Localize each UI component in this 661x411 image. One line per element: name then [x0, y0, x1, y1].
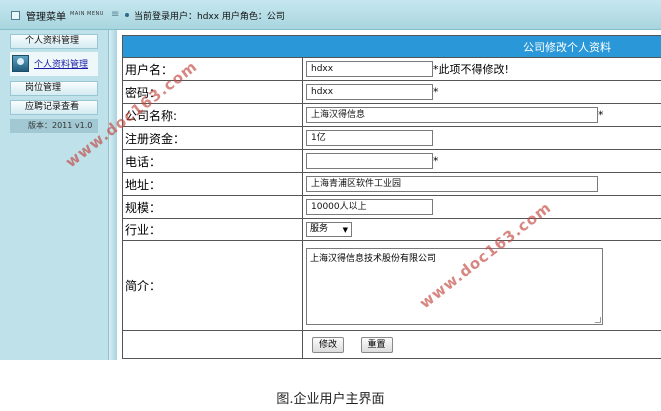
field-note: * — [598, 108, 604, 122]
sidebar-item-personal[interactable]: 个人资料管理 — [10, 52, 98, 76]
form-row-industry: 行业： 服务 ▼ — [122, 218, 661, 241]
chevron-down-icon: ▼ — [342, 226, 348, 234]
field-note: * — [433, 154, 439, 168]
company-name-input[interactable]: 上海汉得信息 — [306, 107, 598, 123]
sidebar-group-label: 应聘记录查看 — [25, 102, 80, 112]
field-label: 电话： — [122, 149, 303, 173]
sidebar-group-label: 个人资料管理 — [25, 36, 80, 46]
field-label: 简介： — [122, 240, 303, 331]
scale-input[interactable]: 10000人以上 — [306, 199, 433, 215]
resize-grip-icon[interactable] — [595, 317, 601, 323]
registered-capital-input[interactable]: 1亿 — [306, 130, 433, 146]
form-row-capital: 注册资金： 1亿 — [122, 126, 661, 150]
version-bar: 版本：2011 v1.0 — [10, 119, 98, 133]
form-row-scale: 规模： 10000人以上 — [122, 195, 661, 219]
sidebar-group-applications[interactable]: 应聘记录查看 — [10, 100, 98, 115]
field-cell: * — [302, 149, 661, 173]
form-row-company-name: 公司名称: 上海汉得信息 * — [122, 103, 661, 127]
menu-title: 管理菜单 — [26, 12, 66, 23]
profile-form-table: 公司修改个人资料 用户名： hdxx *此项不得修改! 密码： hdxx * 公司名… — [122, 35, 661, 359]
form-row-address: 地址： 上海青浦区软件工业园 — [122, 172, 661, 196]
phone-input[interactable] — [306, 153, 433, 169]
form-row-password: 密码： hdxx * — [122, 80, 661, 104]
field-label: 用户名： — [122, 57, 303, 81]
actions-cell: 修改 重置 — [302, 330, 661, 359]
figure-caption: 图.企业用户主界面 — [276, 392, 385, 407]
form-row-phone: 电话： * — [122, 149, 661, 173]
menu-title-english: MAIN MENU — [70, 11, 104, 17]
sidebar-group-label: 岗位管理 — [25, 83, 62, 93]
sidebar-group-positions[interactable]: 岗位管理 — [10, 81, 98, 96]
reset-button[interactable]: 重置 — [360, 336, 393, 353]
form-row-username: 用户名： hdxx *此项不得修改! — [122, 57, 661, 81]
field-note: *此项不得修改! — [433, 63, 509, 76]
field-cell: hdxx *此项不得修改! — [302, 57, 661, 81]
intro-text: 上海汉得信息技术股份有限公司 — [310, 254, 437, 264]
username-input[interactable]: hdxx — [306, 61, 433, 77]
password-input[interactable]: hdxx — [306, 84, 433, 100]
submit-button[interactable]: 修改 — [312, 336, 344, 353]
field-cell: 服务 ▼ — [302, 218, 661, 241]
field-note: * — [433, 85, 439, 99]
field-cell: 1亿 — [302, 126, 661, 150]
sidebar-group-personal[interactable]: 个人资料管理 — [10, 34, 98, 49]
app-window: 管理菜单 MAIN MENU ≡ 当前登录用户：hdxx 用户角色：公司 个人资… — [0, 0, 661, 360]
sidebar-item-label[interactable]: 个人资料管理 — [34, 57, 88, 70]
address-input[interactable]: 上海青浦区软件工业园 — [306, 176, 598, 192]
field-cell: 上海汉得信息 * — [302, 103, 661, 127]
industry-select-value: 服务 — [310, 224, 329, 234]
main-panel: 公司修改个人资料 用户名： hdxx *此项不得修改! 密码： hdxx * 公司名… — [117, 30, 661, 360]
top-bar: 管理菜单 MAIN MENU ≡ 当前登录用户：hdxx 用户角色：公司 — [0, 0, 661, 30]
form-header: 公司修改个人资料 — [122, 35, 661, 58]
bullet-icon — [125, 13, 129, 17]
field-label: 地址： — [122, 172, 303, 196]
login-info: 当前登录用户：hdxx 用户角色：公司 — [134, 12, 285, 22]
industry-select[interactable]: 服务 ▼ — [306, 222, 352, 237]
form-row-actions: 修改 重置 — [122, 330, 661, 359]
user-profile-icon — [12, 55, 29, 72]
field-label: 规模： — [122, 195, 303, 219]
empty-label-cell — [122, 330, 303, 359]
field-label: 注册资金： — [122, 126, 303, 150]
field-cell: 10000人以上 — [302, 195, 661, 219]
field-cell: hdxx * — [302, 80, 661, 104]
form-row-intro: 简介： 上海汉得信息技术股份有限公司 — [122, 240, 661, 331]
sidebar: 个人资料管理 个人资料管理 岗位管理 应聘记录查看 版本：2011 v1.0 — [0, 30, 108, 360]
field-cell: 上海青浦区软件工业园 — [302, 172, 661, 196]
version-label: 版本：2011 v1.0 — [28, 121, 93, 130]
sidebar-splitter[interactable] — [108, 30, 117, 360]
menu-icon — [11, 11, 20, 20]
field-label: 行业： — [122, 218, 303, 241]
separator-icon: ≡ — [111, 9, 120, 20]
